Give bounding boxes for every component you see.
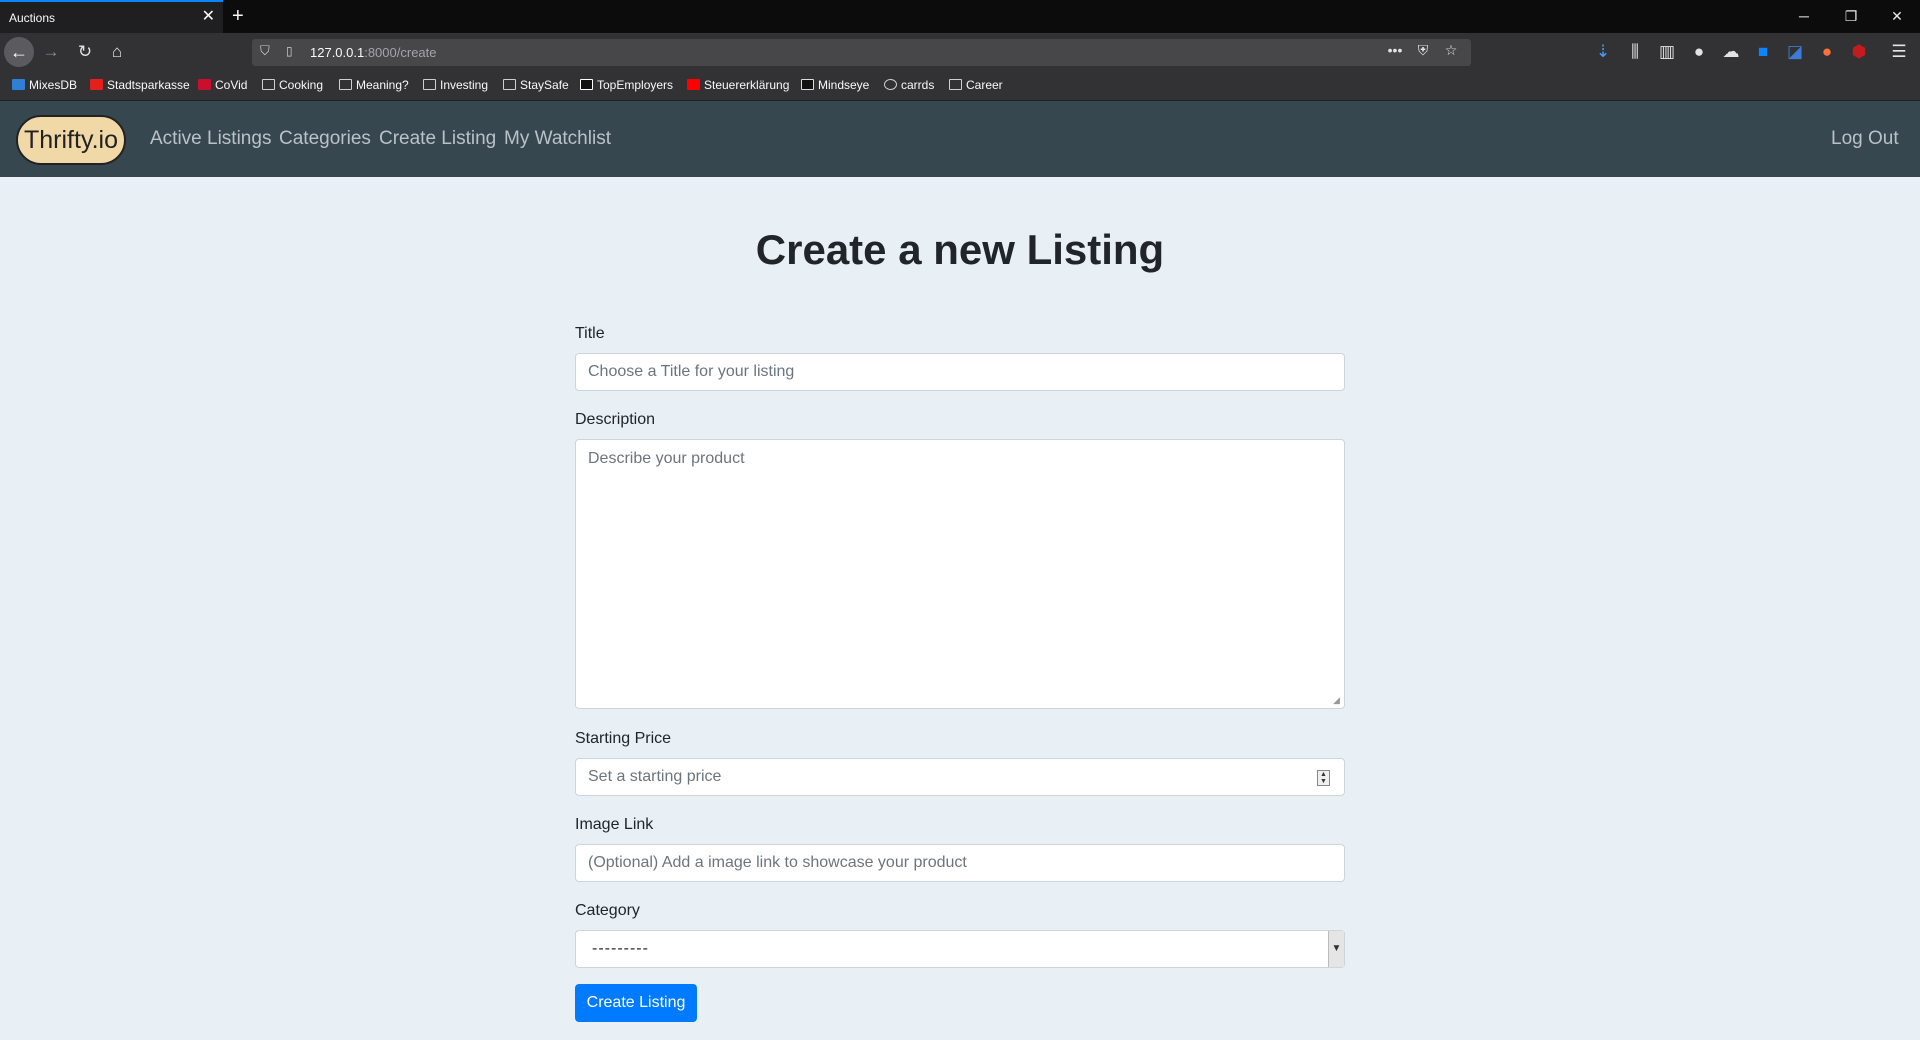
bookmark-meaning[interactable]: Meaning? xyxy=(339,78,409,92)
nav-my-watchlist[interactable]: My Watchlist xyxy=(504,128,611,150)
bookmark-stadtsparkasse[interactable]: Stadtsparkasse xyxy=(90,78,190,92)
downloads-icon[interactable]: ⇣ xyxy=(1590,40,1616,64)
ublock-icon[interactable]: ⬢ xyxy=(1846,40,1872,64)
nav-categories[interactable]: Categories xyxy=(279,128,371,150)
reload-icon[interactable]: ↻ xyxy=(72,40,98,64)
brand-logo[interactable]: Thrifty.io xyxy=(16,115,126,165)
library-icon[interactable]: ⫼ xyxy=(1622,40,1648,64)
bookmark-carrds[interactable]: carrds xyxy=(884,78,934,92)
url-text[interactable]: 127.0.0.1:8000/create xyxy=(310,45,437,60)
category-select[interactable]: --------- ▼ xyxy=(575,930,1345,968)
extension-icon[interactable]: ☁ xyxy=(1718,40,1744,64)
bookmark-mindseye[interactable]: Mindseye xyxy=(801,78,869,92)
page-title: Create a new Listing xyxy=(755,226,1165,273)
image-link-label: Image Link xyxy=(575,816,654,833)
nav-active-listings[interactable]: Active Listings xyxy=(150,128,271,150)
category-selected-value: --------- xyxy=(592,940,649,957)
close-window-icon[interactable]: ✕ xyxy=(1882,4,1912,28)
create-listing-button[interactable]: Create Listing xyxy=(575,984,697,1022)
bookmark-covid[interactable]: CoVid xyxy=(198,78,247,92)
starting-price-label: Starting Price xyxy=(575,730,672,747)
translate-icon[interactable]: ◪ xyxy=(1782,40,1808,64)
new-tab-icon[interactable]: + xyxy=(232,4,244,28)
shield-icon[interactable]: ⛉ xyxy=(260,43,270,59)
description-textarea[interactable] xyxy=(575,439,1345,709)
browser-tab[interactable]: Auctions ✕ xyxy=(0,0,223,33)
bookmark-investing[interactable]: Investing xyxy=(423,78,488,92)
resize-grip-icon[interactable]: ◢ xyxy=(1333,696,1342,705)
duckduckgo-icon[interactable]: ● xyxy=(1814,40,1840,64)
url-bar[interactable]: ⛉ ▯ 127.0.0.1:8000/create ••• ⛨ ☆ xyxy=(252,39,1471,66)
close-tab-icon[interactable]: ✕ xyxy=(202,7,215,27)
extension-s-icon[interactable]: ■ xyxy=(1750,40,1776,64)
chevron-down-icon[interactable]: ▼ xyxy=(1328,931,1344,967)
forward-icon[interactable]: → xyxy=(38,40,64,64)
image-link-input[interactable] xyxy=(575,844,1345,882)
back-icon[interactable]: ← xyxy=(4,37,34,67)
category-label: Category xyxy=(575,902,640,919)
bookmark-cooking[interactable]: Cooking xyxy=(262,78,323,92)
tab-bar: Auctions ✕ + ─ ❐ ✕ xyxy=(0,0,1920,33)
minimize-icon[interactable]: ─ xyxy=(1789,4,1819,28)
title-input[interactable] xyxy=(575,353,1345,391)
page-actions-icon[interactable]: ••• xyxy=(1381,42,1409,58)
bookmark-steuererklarung[interactable]: Steuererklärung xyxy=(687,78,789,92)
nav-create-listing[interactable]: Create Listing xyxy=(379,128,496,150)
menu-icon[interactable]: ☰ xyxy=(1886,40,1912,64)
bookmark-career[interactable]: Career xyxy=(949,78,1003,92)
bookmark-star-icon[interactable]: ☆ xyxy=(1437,42,1465,59)
number-spinner-icon[interactable]: ▲ ▼ xyxy=(1317,770,1330,786)
bookmark-mixesdb[interactable]: MixesDB xyxy=(12,78,77,92)
pocket-icon[interactable]: ⛨ xyxy=(1409,42,1437,59)
bookmarks-bar: MixesDB Stadtsparkasse CoVid Cooking Mea… xyxy=(0,71,1920,101)
bookmark-staysafe[interactable]: StaySafe xyxy=(503,78,569,92)
bookmark-topemployers[interactable]: TopEmployers xyxy=(580,78,673,92)
account-icon[interactable]: ● xyxy=(1686,40,1712,64)
title-label: Title xyxy=(575,325,605,342)
restore-icon[interactable]: ❐ xyxy=(1836,4,1866,28)
home-icon[interactable]: ⌂ xyxy=(104,40,130,64)
description-label: Description xyxy=(575,411,656,428)
tab-title: Auctions xyxy=(9,11,56,25)
sidebar-icon[interactable]: ▥ xyxy=(1654,40,1680,64)
nav-log-out[interactable]: Log Out xyxy=(1831,128,1899,150)
page-info-icon[interactable]: ▯ xyxy=(286,44,293,58)
starting-price-input[interactable] xyxy=(575,758,1345,796)
site-navbar: Thrifty.io Active Listings Categories Cr… xyxy=(0,101,1920,177)
